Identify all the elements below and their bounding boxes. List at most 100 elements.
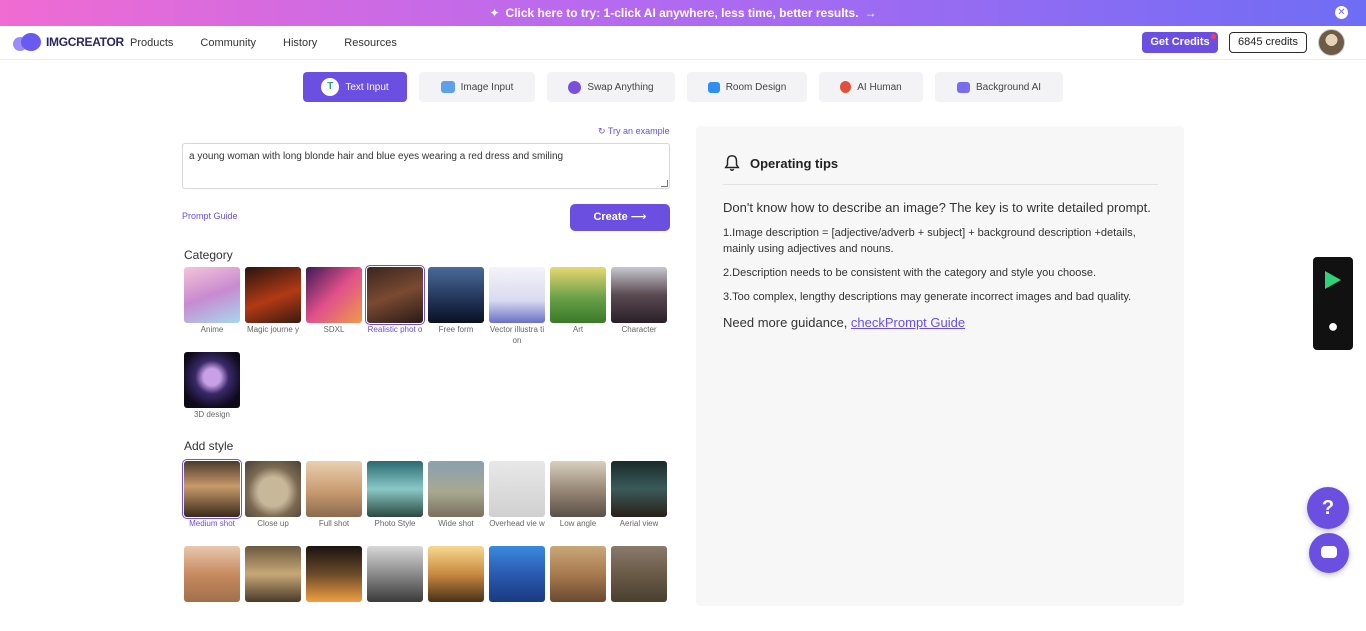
promo-banner[interactable]: ✦ Click here to try: 1-click AI anywhere…: [0, 0, 1366, 26]
style-card[interactable]: Medium shot: [182, 459, 242, 546]
style-label: Full shot: [318, 519, 350, 528]
style-label: [611, 603, 667, 631]
style-thumbnail[interactable]: [184, 546, 240, 602]
category-thumbnail[interactable]: [365, 265, 425, 325]
style-thumbnail[interactable]: [611, 546, 667, 602]
category-card[interactable]: Realistic phot o: [365, 265, 425, 352]
style-thumbnail[interactable]: [611, 461, 667, 517]
style-card[interactable]: Overhead vie w: [489, 461, 545, 546]
style-thumbnail[interactable]: [367, 461, 423, 517]
credits-badge[interactable]: 6845 credits: [1229, 32, 1307, 53]
category-thumbnail[interactable]: [550, 267, 606, 323]
prompt-guide-link[interactable]: checkPrompt Guide: [851, 315, 965, 330]
style-thumbnail[interactable]: [306, 461, 362, 517]
nav-products[interactable]: Products: [130, 37, 173, 49]
tips-more-text: Need more guidance,: [723, 315, 851, 330]
logo[interactable]: IMGCREATOR: [13, 33, 124, 51]
style-card[interactable]: [184, 546, 240, 631]
mode-tabs: T Text Input Image Input Swap Anything R…: [303, 72, 1075, 102]
style-thumbnail[interactable]: [245, 546, 301, 602]
try-example-link[interactable]: ↻ Try an example: [598, 126, 670, 137]
style-thumbnail[interactable]: [428, 546, 484, 602]
create-label: Create: [593, 211, 628, 223]
avatar[interactable]: [1318, 29, 1345, 56]
header: IMGCREATOR Products Community History Re…: [0, 26, 1366, 60]
tab-label: Swap Anything: [587, 81, 654, 93]
category-card[interactable]: Vector illustra tion: [489, 267, 545, 352]
style-thumbnail[interactable]: [550, 461, 606, 517]
close-icon[interactable]: ✕: [1335, 6, 1348, 19]
tab-image-input[interactable]: Image Input: [419, 72, 535, 102]
category-card[interactable]: Character: [611, 267, 667, 352]
category-thumbnail[interactable]: [428, 267, 484, 323]
style-card[interactable]: [611, 546, 667, 631]
style-thumbnail[interactable]: [489, 546, 545, 602]
style-card[interactable]: [306, 546, 362, 631]
style-card[interactable]: [550, 546, 606, 631]
tab-background-ai[interactable]: Background AI: [935, 72, 1063, 102]
resize-handle-icon[interactable]: [661, 180, 668, 187]
tips-intro: Don't know how to describe an image? The…: [723, 200, 1151, 215]
tab-label: Background AI: [975, 81, 1042, 93]
operating-tips-panel: Operating tips Don't know how to describ…: [696, 126, 1184, 606]
nav-community[interactable]: Community: [200, 37, 256, 49]
style-card[interactable]: Full shot: [306, 461, 362, 546]
category-card[interactable]: Free form: [428, 267, 484, 352]
style-card[interactable]: [428, 546, 484, 631]
create-button[interactable]: Create ⟶: [570, 204, 670, 231]
category-card[interactable]: 3D design: [184, 352, 240, 437]
style-thumbnail[interactable]: [245, 461, 301, 517]
category-card[interactable]: Anime: [184, 267, 240, 352]
tab-room-design[interactable]: Room Design: [687, 72, 807, 102]
style-thumbnail[interactable]: [489, 461, 545, 517]
category-thumbnail[interactable]: [611, 267, 667, 323]
style-label: Low angle: [559, 519, 597, 528]
style-card[interactable]: Photo Style: [367, 461, 423, 546]
style-card[interactable]: Low angle: [550, 461, 606, 546]
apple-icon[interactable]: ●: [1323, 315, 1343, 337]
style-thumbnail[interactable]: [550, 546, 606, 602]
help-button[interactable]: ?: [1307, 487, 1349, 529]
get-credits-button[interactable]: Get Credits: [1142, 32, 1218, 53]
style-label: [367, 603, 423, 631]
style-thumbnail[interactable]: [182, 459, 242, 519]
category-thumbnail[interactable]: [184, 267, 240, 323]
style-thumbnail[interactable]: [428, 461, 484, 517]
google-play-icon[interactable]: [1325, 271, 1341, 289]
tab-ai-human[interactable]: AI Human: [819, 72, 923, 102]
category-thumbnail[interactable]: [245, 267, 301, 323]
style-card[interactable]: [489, 546, 545, 631]
style-title: Add style: [184, 439, 234, 453]
tip-2: 2.Description needs to be consistent wit…: [723, 267, 1096, 279]
tips-title: Operating tips: [750, 155, 839, 171]
prompt-guide-link[interactable]: Prompt Guide: [182, 211, 238, 221]
style-card[interactable]: [367, 546, 423, 631]
promo-text[interactable]: Click here to try: 1-click AI anywhere, …: [506, 6, 859, 20]
style-thumbnail[interactable]: [367, 546, 423, 602]
category-thumbnail[interactable]: [306, 267, 362, 323]
prompt-textarea[interactable]: a young woman with long blonde hair and …: [182, 143, 670, 189]
category-card[interactable]: Art: [550, 267, 606, 352]
category-label: Anime: [200, 325, 224, 334]
style-label: Photo Style: [374, 519, 416, 528]
category-label: Character: [621, 325, 657, 334]
category-card[interactable]: Magic journe y: [245, 267, 301, 352]
category-thumbnail[interactable]: [489, 267, 545, 323]
nav-history[interactable]: History: [283, 37, 317, 49]
sparkle-icon: ✦: [489, 6, 500, 20]
style-card[interactable]: [245, 546, 301, 631]
category-card[interactable]: SDXL: [306, 267, 362, 352]
logo-icon: [13, 33, 43, 51]
chat-button[interactable]: [1309, 533, 1349, 573]
style-card[interactable]: Wide shot: [428, 461, 484, 546]
tab-text-input[interactable]: T Text Input: [303, 72, 407, 102]
tab-swap-anything[interactable]: Swap Anything: [547, 72, 675, 102]
tab-label: Text Input: [345, 81, 389, 93]
nav-resources[interactable]: Resources: [344, 37, 397, 49]
style-thumbnail[interactable]: [306, 546, 362, 602]
style-card[interactable]: Aerial view: [611, 461, 667, 546]
divider: [723, 184, 1158, 185]
category-thumbnail[interactable]: [184, 352, 240, 408]
logo-text: IMGCREATOR: [46, 35, 124, 49]
style-card[interactable]: Close up: [245, 461, 301, 546]
